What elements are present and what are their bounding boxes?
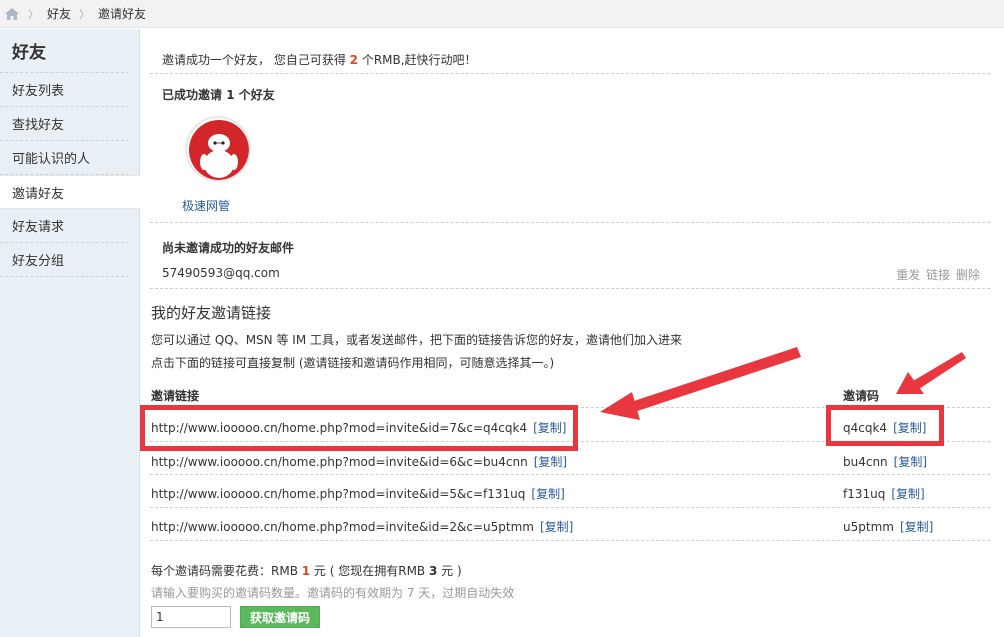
cost-value: 1: [301, 564, 311, 578]
breadcrumb-item-invite[interactable]: 邀请好友: [98, 5, 146, 22]
invite-code[interactable]: u5ptmm: [843, 520, 894, 534]
reward-notice: 邀请成功一个好友， 您自己可获得 2 个RMB,赶快行动吧！: [162, 51, 477, 68]
divider: [150, 540, 990, 541]
invite-code-cell: bu4cnn [复制]: [843, 453, 927, 470]
notice-amount: 2: [349, 53, 358, 67]
get-invite-code-button[interactable]: 获取邀请码: [240, 606, 320, 628]
sidebar-item-find-friends[interactable]: 查找好友: [0, 107, 129, 141]
divider: [150, 507, 990, 508]
column-header-code: 邀请码: [843, 389, 880, 403]
breadcrumb: 〉 好友 〉 邀请好友: [0, 0, 1004, 28]
copy-code-button[interactable]: [复制]: [891, 487, 924, 501]
sidebar-item-invite-friends[interactable]: 邀请好友: [0, 175, 140, 209]
pending-email: 57490593@qq.com: [162, 266, 280, 280]
invite-code[interactable]: f131uq: [843, 487, 885, 501]
invited-prefix: 已成功邀请: [162, 88, 227, 102]
quantity-input[interactable]: [151, 606, 231, 628]
sidebar-item-friend-requests[interactable]: 好友请求: [0, 209, 129, 243]
highlight-box-link: [140, 405, 578, 451]
copy-link-button[interactable]: [复制]: [531, 487, 564, 501]
divider: [150, 474, 990, 475]
invite-code-cell: u5ptmm [复制]: [843, 518, 933, 535]
invite-desc-1: 您可以通过 QQ、MSN 等 IM 工具，或者发送邮件，把下面的链接告诉您的好友…: [151, 333, 682, 347]
invite-code-cell: f131uq [复制]: [843, 485, 925, 502]
main-content: 邀请成功一个好友， 您自己可获得 2 个RMB,赶快行动吧！ 已成功邀请 1 个…: [140, 29, 1004, 637]
copy-link-button[interactable]: [复制]: [534, 455, 567, 469]
sidebar-item-friend-list[interactable]: 好友列表: [0, 73, 129, 107]
invited-suffix: 个好友: [234, 88, 275, 102]
pending-actions: 重发 链接 删除: [894, 266, 980, 283]
highlight-box-code: [826, 405, 944, 446]
link-link[interactable]: 链接: [926, 268, 950, 282]
divider: [150, 222, 990, 223]
purchase-hint: 请输入要购买的邀请码数量。邀请码的有效期为 7 天，过期自动失效: [151, 586, 515, 600]
notice-prefix: 邀请成功一个好友， 您自己可获得: [162, 53, 350, 67]
chevron-right-icon: 〉: [28, 7, 39, 21]
column-header-link: 邀请链接: [151, 389, 200, 403]
invite-link-row: http://www.iooooo.cn/home.php?mod=invite…: [151, 453, 567, 470]
friend-avatar[interactable]: [186, 117, 250, 181]
invite-desc-2: 点击下面的链接可直接复制 (邀请链接和邀请码作用相同，可随意选择其一。): [151, 356, 555, 370]
cost-prefix: 每个邀请码需要花费：RMB: [151, 564, 302, 578]
pending-heading: 尚未邀请成功的好友邮件: [162, 241, 295, 255]
resend-link[interactable]: 重发: [896, 268, 920, 282]
sidebar-title: 好友: [0, 29, 129, 73]
notice-suffix: 个RMB,赶快行动吧！: [358, 53, 477, 67]
invite-code[interactable]: bu4cnn: [843, 455, 888, 469]
friend-name-link[interactable]: 极速网管: [182, 197, 230, 214]
invited-heading: 已成功邀请 1 个好友: [162, 86, 275, 103]
copy-code-button[interactable]: [复制]: [900, 520, 933, 534]
invite-cost-text: 每个邀请码需要花费：RMB 1 元 ( 您现在拥有RMB 3 元 ): [151, 562, 462, 579]
invited-count: 1: [226, 88, 235, 102]
divider: [150, 288, 990, 289]
breadcrumb-item-friends[interactable]: 好友: [47, 5, 71, 22]
chevron-right-icon: 〉: [79, 7, 91, 21]
divider: [150, 73, 990, 74]
baymax-avatar-icon: [189, 120, 249, 180]
delete-link[interactable]: 删除: [956, 268, 980, 282]
invite-url[interactable]: http://www.iooooo.cn/home.php?mod=invite…: [151, 520, 534, 534]
cost-mid: 元 ( 您现在拥有RMB: [310, 564, 429, 578]
copy-link-button[interactable]: [复制]: [540, 520, 573, 534]
home-icon[interactable]: [4, 7, 20, 21]
copy-code-button[interactable]: [复制]: [894, 455, 927, 469]
invite-link-row: http://www.iooooo.cn/home.php?mod=invite…: [151, 485, 565, 502]
cost-suffix: 元 ): [437, 564, 462, 578]
sidebar: 好友 好友列表 查找好友 可能认识的人 邀请好友 好友请求 好友分组: [0, 29, 140, 637]
invite-url[interactable]: http://www.iooooo.cn/home.php?mod=invite…: [151, 455, 528, 469]
invite-link-row: http://www.iooooo.cn/home.php?mod=invite…: [151, 518, 573, 535]
invite-url[interactable]: http://www.iooooo.cn/home.php?mod=invite…: [151, 487, 525, 501]
invite-links-title: 我的好友邀请链接: [151, 304, 272, 322]
sidebar-item-friend-groups[interactable]: 好友分组: [0, 243, 129, 277]
sidebar-item-people-you-may-know[interactable]: 可能认识的人: [0, 141, 129, 175]
